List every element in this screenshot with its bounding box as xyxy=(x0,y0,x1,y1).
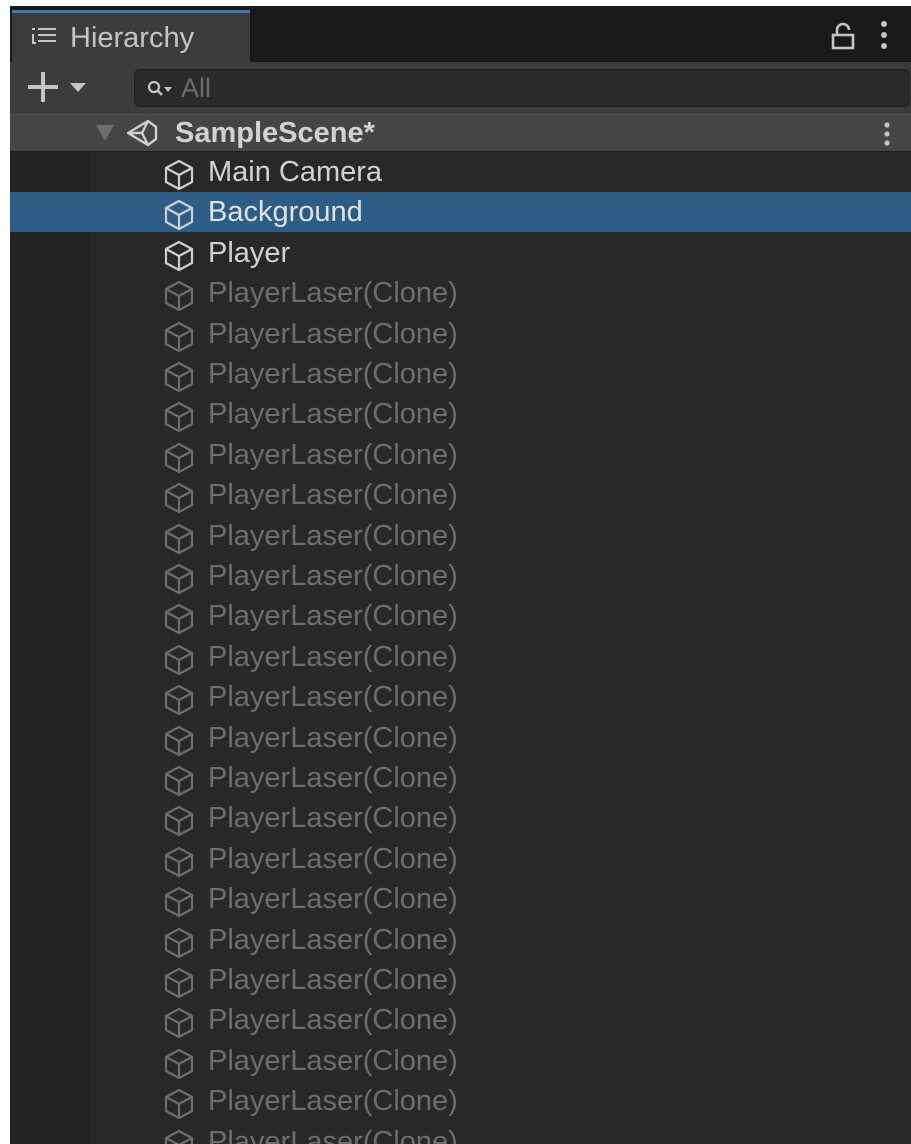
gameobject-row[interactable]: PlayerLaser(Clone) xyxy=(10,798,911,838)
tab-title: Hierarchy xyxy=(70,22,195,54)
cube-icon xyxy=(164,887,194,918)
gameobject-row[interactable]: PlayerLaser(Clone) xyxy=(10,960,911,1000)
gameobject-label: PlayerLaser(Clone) xyxy=(208,398,458,431)
gameobject-row[interactable]: Background xyxy=(10,192,911,233)
gameobject-row[interactable]: PlayerLaser(Clone) xyxy=(10,314,911,354)
gameobject-label: PlayerLaser(Clone) xyxy=(208,479,458,512)
gameobject-row[interactable]: PlayerLaser(Clone) xyxy=(10,839,911,879)
gameobject-label: Main Camera xyxy=(208,156,383,188)
tab-strip: Hierarchy xyxy=(10,6,911,62)
gameobject-label: PlayerLaser(Clone) xyxy=(208,1044,458,1077)
gameobject-row[interactable]: PlayerLaser(Clone) xyxy=(10,718,911,758)
scene-kebab-menu-icon[interactable] xyxy=(882,121,892,147)
gameobject-row[interactable]: PlayerLaser(Clone) xyxy=(10,556,911,596)
cube-icon xyxy=(164,1048,194,1079)
gameobject-row[interactable]: PlayerLaser(Clone) xyxy=(10,596,911,636)
cube-icon xyxy=(164,200,194,231)
gameobject-row[interactable]: PlayerLaser(Clone) xyxy=(10,354,911,394)
gameobject-row[interactable]: PlayerLaser(Clone) xyxy=(10,758,911,798)
cube-icon xyxy=(164,1089,194,1120)
gameobject-row[interactable]: PlayerLaser(Clone) xyxy=(10,273,911,313)
gameobject-row[interactable]: PlayerLaser(Clone) xyxy=(10,1081,911,1121)
gameobject-label: PlayerLaser(Clone) xyxy=(208,1125,458,1144)
gameobject-label: PlayerLaser(Clone) xyxy=(208,640,458,673)
kebab-menu-icon[interactable] xyxy=(878,20,890,50)
cube-icon xyxy=(164,159,194,191)
foldout-arrow-icon[interactable] xyxy=(96,125,114,141)
cube-icon xyxy=(164,361,194,393)
gameobject-label: PlayerLaser(Clone) xyxy=(208,560,458,592)
gameobject-row[interactable]: PlayerLaser(Clone) xyxy=(10,475,911,515)
gameobject-label: PlayerLaser(Clone) xyxy=(208,519,458,552)
search-input[interactable] xyxy=(181,72,881,104)
gameobject-row[interactable]: Main Camera xyxy=(10,152,911,192)
add-dropdown-button[interactable] xyxy=(24,68,94,108)
tab-hierarchy[interactable]: Hierarchy xyxy=(12,10,250,62)
gameobject-row[interactable]: PlayerLaser(Clone) xyxy=(10,394,911,434)
gameobject-label: PlayerLaser(Clone) xyxy=(208,762,458,794)
gameobject-label: Player xyxy=(208,236,291,269)
gameobject-label: PlayerLaser(Clone) xyxy=(208,358,458,390)
gameobject-row[interactable]: Player xyxy=(10,233,911,273)
gameobject-row[interactable]: PlayerLaser(Clone) xyxy=(10,516,911,556)
cube-icon xyxy=(164,240,194,271)
gameobject-label: Background xyxy=(208,196,363,229)
lock-icon[interactable] xyxy=(830,22,856,50)
hierarchy-panel: Hierarchy All SampleScene* Main Camera B… xyxy=(10,6,911,1144)
cube-icon xyxy=(164,483,194,514)
gameobject-row[interactable]: PlayerLaser(Clone) xyxy=(10,1000,911,1040)
gameobject-row[interactable]: PlayerLaser(Clone) xyxy=(10,879,911,919)
search-field[interactable] xyxy=(134,69,910,107)
cube-icon xyxy=(164,806,194,837)
cube-icon xyxy=(164,725,194,756)
gameobject-label: PlayerLaser(Clone) xyxy=(208,681,458,714)
gameobject-label: PlayerLaser(Clone) xyxy=(208,1085,458,1118)
gameobject-label: PlayerLaser(Clone) xyxy=(208,1004,458,1037)
gameobject-label: PlayerLaser(Clone) xyxy=(208,964,458,996)
cube-icon xyxy=(164,563,194,595)
gameobject-row[interactable]: PlayerLaser(Clone) xyxy=(10,637,911,677)
unity-scene-icon xyxy=(126,119,158,147)
cube-icon xyxy=(164,685,194,716)
gameobject-label: PlayerLaser(Clone) xyxy=(208,883,458,916)
cube-icon xyxy=(164,765,194,797)
cube-icon xyxy=(164,1129,194,1144)
cube-icon xyxy=(164,927,194,958)
gameobject-label: PlayerLaser(Clone) xyxy=(208,721,458,754)
gameobject-label: PlayerLaser(Clone) xyxy=(208,438,458,471)
gameobject-label: PlayerLaser(Clone) xyxy=(208,600,458,633)
gameobject-label: PlayerLaser(Clone) xyxy=(208,923,458,956)
cube-icon xyxy=(164,402,194,433)
scene-name: SampleScene* xyxy=(175,117,375,149)
gameobject-label: PlayerLaser(Clone) xyxy=(208,317,458,350)
toolbar xyxy=(10,62,911,114)
scene-row[interactable]: SampleScene* xyxy=(10,114,911,152)
gameobject-label: PlayerLaser(Clone) xyxy=(208,277,458,310)
hierarchy-list-icon xyxy=(32,28,56,44)
gameobject-label: PlayerLaser(Clone) xyxy=(208,842,458,875)
gameobject-row[interactable]: PlayerLaser(Clone) xyxy=(10,677,911,717)
cube-icon xyxy=(164,846,194,877)
gameobject-row[interactable]: PlayerLaser(Clone) xyxy=(10,1122,911,1144)
cube-icon xyxy=(164,1008,194,1039)
gameobject-label: PlayerLaser(Clone) xyxy=(208,802,458,835)
gameobject-row[interactable]: PlayerLaser(Clone) xyxy=(10,920,911,960)
gameobject-row[interactable]: PlayerLaser(Clone) xyxy=(10,435,911,475)
cube-icon xyxy=(164,281,194,312)
search-filter-icon[interactable] xyxy=(147,79,173,99)
cube-icon xyxy=(164,967,194,999)
cube-icon xyxy=(164,321,194,352)
cube-icon xyxy=(164,442,194,473)
cube-icon xyxy=(164,644,194,675)
gameobject-row[interactable]: PlayerLaser(Clone) xyxy=(10,1041,911,1081)
cube-icon xyxy=(164,604,194,635)
cube-icon xyxy=(164,523,194,554)
